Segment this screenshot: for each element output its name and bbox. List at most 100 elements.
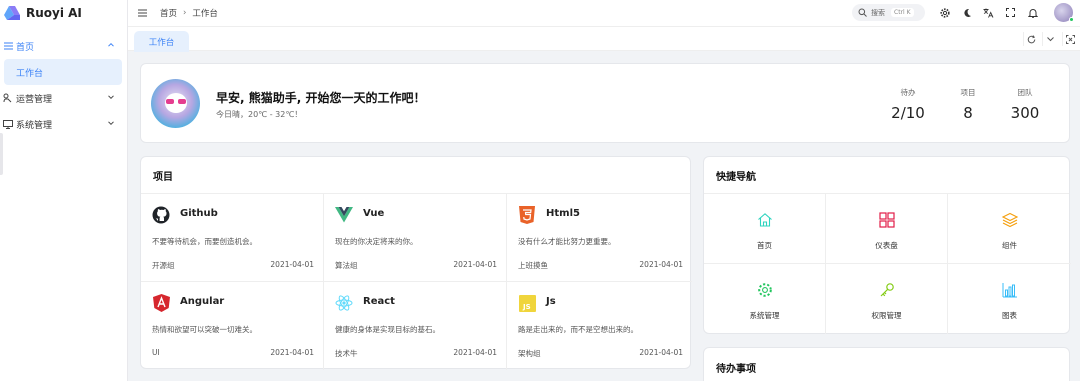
sidebar: Ruoyi AI 首页 工作台 运营管理 系统管理 (0, 0, 128, 381)
project-date: 2021-04-01 (270, 348, 314, 357)
project-desc: 健康的身体是实现目标的基石。 (335, 325, 440, 334)
bar-chart-icon (1001, 281, 1019, 299)
user-avatar[interactable] (1054, 3, 1074, 22)
home-icon (756, 211, 774, 229)
quick-nav-permissions[interactable]: 权限管理 (826, 264, 948, 334)
greeting-text: 早安, 熊猫助手, 开始您一天的工作吧！ (216, 91, 426, 105)
fullscreen-icon[interactable] (1005, 7, 1016, 18)
project-date: 2021-04-01 (453, 260, 497, 269)
github-icon (152, 206, 170, 224)
js-icon: JS (518, 294, 536, 312)
chevron-down-icon (108, 121, 114, 126)
quick-nav-components[interactable]: 组件 (948, 194, 1071, 264)
gear-icon (756, 281, 774, 299)
weather-text: 今日晴，20℃ - 32℃！ (216, 110, 303, 119)
panda-avatar (151, 79, 200, 128)
tab-bar: 工作台 (128, 26, 1080, 52)
project-group: 架构组 (518, 349, 541, 358)
key-icon (878, 281, 896, 299)
sidebar-item-system[interactable]: 系统管理 (0, 111, 127, 137)
sidebar-item-operations[interactable]: 运营管理 (0, 85, 127, 111)
search-icon (858, 8, 867, 17)
chevron-down-icon[interactable] (1042, 32, 1058, 46)
stat-value: 2/10 (891, 104, 925, 122)
stat-todo: 待办 2/10 (883, 87, 933, 122)
project-item[interactable]: Angular 热情和欲望可以突破一切难关。 UI 2021-04-01 (141, 282, 324, 370)
logo-icon (4, 6, 20, 20)
project-date: 2021-04-01 (639, 348, 683, 357)
project-group: 算法组 (335, 261, 358, 270)
gear-icon[interactable] (939, 7, 950, 18)
refresh-icon[interactable] (1023, 32, 1039, 46)
chevron-down-icon (108, 95, 114, 100)
app-title: Ruoyi AI (26, 6, 82, 20)
quick-nav-label: 首页 (757, 241, 772, 250)
project-date: 2021-04-01 (270, 260, 314, 269)
tab-workbench[interactable]: 工作台 (134, 31, 189, 52)
translate-icon[interactable] (983, 7, 994, 18)
sidebar-item-home[interactable]: 首页 (0, 33, 127, 59)
quick-nav-card: 快捷导航 首页 仪表盘 组件 系统管理 权限管理 图表 (703, 156, 1071, 334)
bell-icon[interactable] (1027, 7, 1038, 18)
project-date: 2021-04-01 (639, 260, 683, 269)
quick-nav-charts[interactable]: 图表 (948, 264, 1071, 334)
project-desc: 没有什么才能比努力更重要。 (518, 237, 616, 246)
quick-nav-system[interactable]: 系统管理 (704, 264, 826, 334)
hamburger-icon[interactable] (138, 8, 148, 18)
vue-icon (335, 206, 353, 224)
quick-nav-label: 权限管理 (871, 311, 902, 320)
project-item[interactable]: JS Js 路是走出来的，而不是空想出来的。 架构组 2021-04-01 (507, 282, 692, 370)
project-group: 上班摸鱼 (518, 261, 548, 270)
breadcrumb-home[interactable]: 首页 (160, 7, 177, 19)
dashboard-icon (878, 211, 896, 229)
sidebar-item-label: 首页 (16, 42, 35, 53)
breadcrumb-current: 工作台 (192, 9, 218, 19)
chevron-up-icon (108, 42, 114, 47)
maximize-icon[interactable] (1062, 32, 1078, 46)
react-icon (335, 294, 353, 312)
quick-nav-dashboard[interactable]: 仪表盘 (826, 194, 948, 264)
sidebar-resize-handle[interactable] (0, 133, 3, 175)
html5-icon (518, 206, 536, 224)
sidebar-item-label: 系统管理 (16, 120, 53, 131)
project-name: Angular (180, 296, 225, 307)
stat-team: 团队 300 (1005, 87, 1045, 122)
moon-icon[interactable] (961, 7, 972, 18)
project-group: 技术牛 (335, 349, 358, 358)
quick-nav-home[interactable]: 首页 (704, 194, 826, 264)
projects-title: 项目 (141, 157, 690, 194)
sidebar-item-label: 运营管理 (16, 94, 53, 105)
top-header: 首页 › 工作台 搜索 Ctrl K (128, 0, 1080, 26)
project-name: Js (546, 296, 556, 307)
quick-nav-label: 系统管理 (749, 311, 780, 320)
stat-value: 8 (963, 104, 973, 122)
stat-label: 团队 (1017, 88, 1033, 97)
project-item[interactable]: React 健康的身体是实现目标的基石。 技术牛 2021-04-01 (324, 282, 507, 370)
stat-label: 项目 (960, 88, 976, 97)
search-button[interactable]: 搜索 Ctrl K (852, 4, 925, 21)
stat-value: 300 (1010, 104, 1040, 122)
app-logo[interactable]: Ruoyi AI (0, 0, 127, 26)
projects-card: 项目 Github 不要等待机会，而要创造机会。 开源组 2021-04-01 … (140, 156, 692, 370)
project-name: Github (180, 208, 218, 219)
project-name: Vue (363, 208, 385, 219)
project-desc: 热情和欲望可以突破一切难关。 (152, 325, 257, 334)
project-desc: 路是走出来的，而不是空想出来的。 (518, 325, 638, 334)
quick-nav-title: 快捷导航 (704, 157, 1069, 194)
chevron-right-icon: › (183, 8, 187, 18)
sidebar-item-label: 工作台 (16, 68, 44, 79)
stat-projects: 项目 8 (948, 87, 988, 122)
monitor-icon (3, 119, 13, 129)
project-item[interactable]: Vue 现在的你决定将来的你。 算法组 2021-04-01 (324, 194, 507, 282)
project-item[interactable]: Html5 没有什么才能比努力更重要。 上班摸鱼 2021-04-01 (507, 194, 692, 282)
svg-text:JS: JS (522, 303, 531, 311)
project-item[interactable]: Github 不要等待机会，而要创造机会。 开源组 2021-04-01 (141, 194, 324, 282)
sidebar-item-workbench[interactable]: 工作台 (4, 59, 122, 85)
breadcrumb: 首页 › 工作台 (160, 7, 218, 19)
angular-icon (152, 294, 170, 312)
quick-nav-label: 图表 (1002, 311, 1017, 320)
tab-label: 工作台 (148, 37, 175, 48)
menu-icon (3, 41, 13, 51)
project-name: Html5 (546, 208, 580, 219)
quick-nav-label: 组件 (1002, 241, 1017, 250)
